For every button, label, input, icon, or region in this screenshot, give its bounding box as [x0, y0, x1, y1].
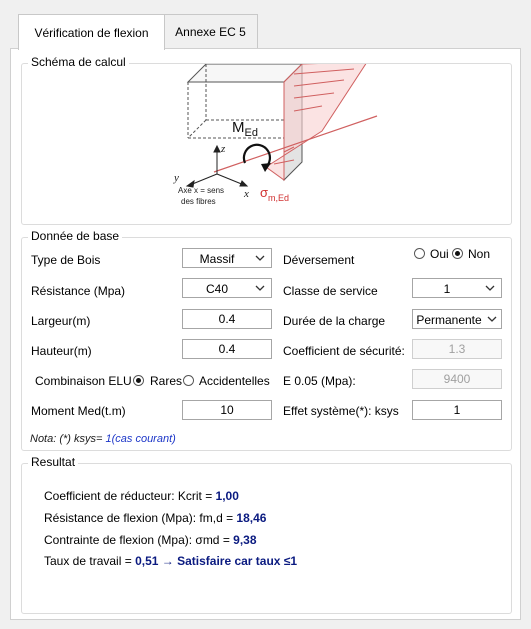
- moment-arrow: [242, 143, 272, 172]
- type-bois-label: Type de Bois: [31, 253, 101, 267]
- oui-radio[interactable]: [414, 248, 425, 259]
- non-radio[interactable]: [452, 248, 463, 259]
- axes: [185, 144, 249, 188]
- classe-service-label: Classe de service: [283, 284, 378, 298]
- resistance-value: C40: [205, 282, 228, 296]
- coef-securite-input: 1.3: [412, 339, 502, 359]
- axis-y-label: y: [173, 172, 179, 184]
- chevron-down-icon: [487, 316, 497, 322]
- duree-charge-value: Permanente: [416, 313, 482, 327]
- tab-verification-flexion[interactable]: Vérification de flexion: [18, 14, 165, 50]
- non-label[interactable]: Non: [468, 247, 490, 261]
- e005-label: E 0.05 (Mpa):: [283, 374, 356, 388]
- moment-label: MEd: [232, 119, 258, 139]
- coef-securite-label: Coefficient de sécurité:: [283, 344, 405, 358]
- schema-group: Schéma de calcul z y x Axe x = sens des …: [21, 55, 512, 225]
- tab-label: Vérification de flexion: [34, 25, 149, 40]
- result-legend: Resultat: [28, 455, 79, 469]
- base-legend: Donnée de base: [28, 229, 123, 243]
- result-fmd: Résistance de flexion (Mpa): fm,d = 18,4…: [44, 511, 267, 525]
- axis-note-line1: Axe x = sens: [178, 186, 224, 195]
- type-bois-select[interactable]: Massif: [182, 248, 272, 268]
- largeur-input[interactable]: 0.4: [182, 309, 272, 329]
- e005-input: 9400: [412, 369, 502, 389]
- oui-label[interactable]: Oui: [430, 247, 449, 261]
- result-smd: Contrainte de flexion (Mpa): σmd = 9,38: [44, 533, 257, 547]
- nota-text: Nota: (*) ksys= 1(cas courant): [30, 433, 176, 445]
- effet-systeme-input[interactable]: 1: [412, 400, 502, 420]
- hauteur-input[interactable]: 0.4: [182, 339, 272, 359]
- classe-service-value: 1: [443, 282, 451, 296]
- chevron-down-icon: [485, 285, 495, 291]
- duree-charge-label: Durée de la charge: [283, 314, 386, 328]
- beam-diagram: z y x Axe x = sens des fibres MEd σm,Ed: [173, 64, 378, 206]
- tab-label: Annexe EC 5: [175, 24, 246, 39]
- classe-service-select[interactable]: 1: [412, 278, 502, 298]
- accidentelles-radio[interactable]: [183, 375, 194, 386]
- chevron-down-icon: [255, 255, 265, 261]
- chevron-down-icon: [255, 285, 265, 291]
- deversement-label: Déversement: [283, 253, 355, 267]
- resistance-label: Résistance (Mpa): [31, 284, 126, 298]
- beam-top-face: [186, 64, 303, 83]
- combinaison-label: Combinaison ELU: [35, 374, 132, 388]
- resistance-select[interactable]: C40: [182, 278, 272, 298]
- hauteur-label: Hauteur(m): [31, 344, 92, 358]
- stress-label: σm,Ed: [260, 185, 289, 203]
- axis-note-line2: des fibres: [181, 197, 216, 206]
- rares-label[interactable]: Rares: [150, 374, 182, 388]
- effet-systeme-label: Effet système(*): ksys: [283, 404, 399, 418]
- tab-panel: Schéma de calcul z y x Axe x = sens des …: [10, 48, 521, 620]
- type-bois-value: Massif: [199, 252, 235, 266]
- result-kcrit: Coefficient de réducteur: Kcrit = 1,00: [44, 489, 239, 503]
- largeur-label: Largeur(m): [31, 314, 91, 328]
- moment-label: Moment Med(t.m): [31, 404, 126, 418]
- accidentelles-label[interactable]: Accidentelles: [199, 374, 270, 388]
- duree-charge-select[interactable]: Permanente: [412, 309, 502, 329]
- tab-annexe-ec5[interactable]: Annexe EC 5: [163, 14, 258, 48]
- axis-x-label: x: [243, 188, 249, 200]
- rares-radio[interactable]: [133, 375, 144, 386]
- axis-z-label: z: [220, 143, 226, 155]
- result-taux: Taux de travail = 0,51 → Satisfaire car …: [44, 554, 298, 568]
- moment-input[interactable]: 10: [182, 400, 272, 420]
